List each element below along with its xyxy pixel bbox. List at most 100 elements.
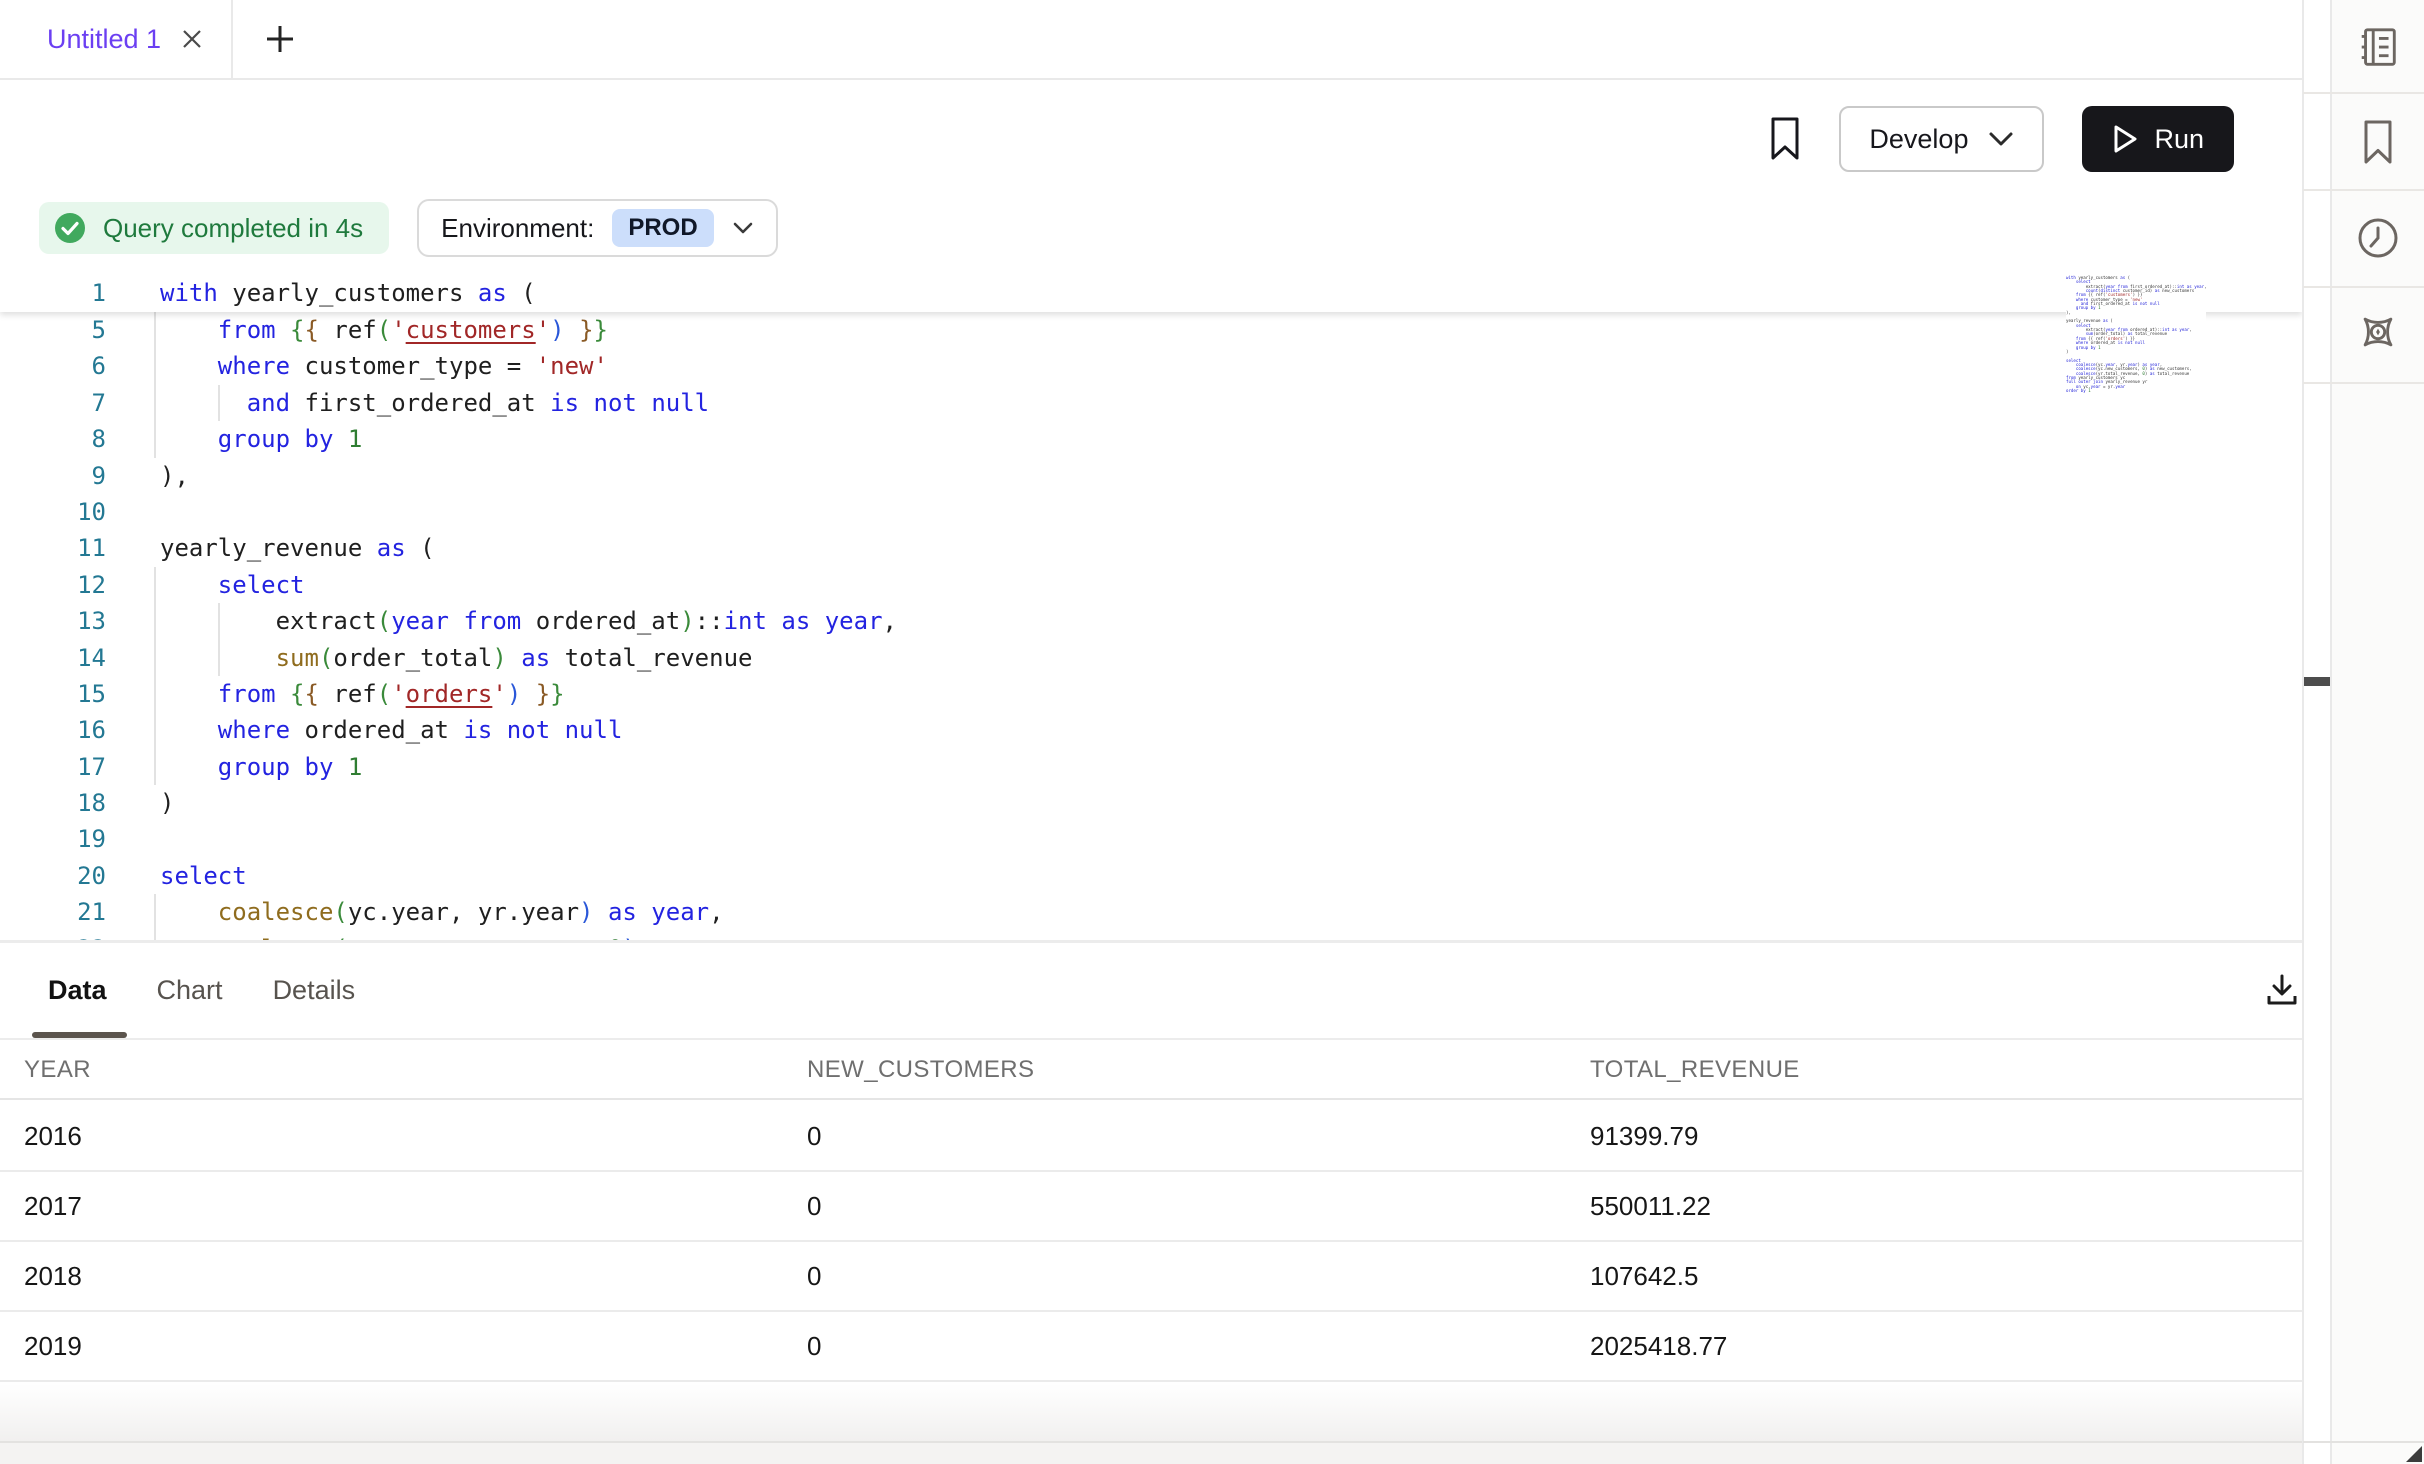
sidebar-divider [2303,189,2424,191]
tab-label: Untitled 1 [47,24,161,55]
line-number: 6 [0,348,106,384]
column-new-customers: NEW_CUSTOMERS [807,1056,1590,1084]
play-icon [2112,124,2138,154]
column-year: YEAR [24,1056,807,1084]
code-lines[interactable]: 5 from {{ ref('customers') }}6 where cus… [0,274,2302,942]
table-body: 2016091399.7920170550011.2220180107642.5… [0,1102,2302,1452]
code-line[interactable]: 7 and first_ordered_at is not null [0,385,2302,421]
table-cell: 91399.79 [1590,1121,2302,1152]
run-button[interactable]: Run [2082,106,2234,172]
tab-bar: Untitled 1 [0,0,2302,80]
results-tab-bar: Data Chart Details [0,943,2302,1040]
sql-editor[interactable]: 5 from {{ ref('customers') }}6 where cus… [0,274,2302,942]
line-number: 17 [0,749,106,785]
develop-label: Develop [1869,124,1968,155]
table-cell: 2016 [24,1121,807,1152]
status-message: Query completed in 4s [103,213,363,244]
status-row: Query completed in 4s Environment: PROD [39,200,778,256]
code-line[interactable]: 13 extract(year from ordered_at)::int as… [0,603,2302,639]
active-tab-indicator [32,1032,127,1038]
minimap[interactable]: with yearly_customers as ( select extrac… [2066,276,2206,396]
sidebar-bottom-divider [2303,1441,2424,1443]
horizontal-scrollbar-track[interactable] [0,1441,2302,1464]
code-line[interactable]: 6 where customer_type = 'new' [0,348,2302,384]
compass-icon [2355,309,2401,355]
code-line[interactable]: 16 where ordered_at is not null [0,712,2302,748]
develop-button[interactable]: Develop [1839,106,2044,172]
download-icon [2264,972,2300,1008]
sidebar-divider [2303,382,2424,384]
close-icon[interactable] [179,26,205,52]
panel-gutter [2302,0,2332,1464]
editor-scrollbar-thumb[interactable] [2304,677,2330,686]
table-row[interactable]: 201902025418.77 [0,1312,2302,1382]
tab-untitled-1[interactable]: Untitled 1 [0,0,231,78]
run-label: Run [2154,124,2204,155]
bookmarks-button[interactable] [2348,112,2408,172]
bookmark-button[interactable] [1769,116,1801,162]
chevron-down-icon [732,221,754,235]
code-line[interactable]: 1with yearly_customers as ( [0,274,2302,312]
code-line[interactable]: 8 group by 1 [0,421,2302,457]
tab-details[interactable]: Details [273,943,356,1038]
environment-value-badge: PROD [612,209,713,247]
line-number: 18 [0,785,106,821]
table-cell: 0 [807,1191,1590,1222]
explore-button[interactable] [2348,302,2408,362]
line-number: 12 [0,567,106,603]
line-number: 16 [0,712,106,748]
plus-icon [263,22,297,56]
query-status-badge: Query completed in 4s [39,202,389,254]
line-number: 7 [0,385,106,421]
table-row[interactable]: 20180107642.5 [0,1242,2302,1312]
sticky-code-line[interactable]: 1with yearly_customers as ( [0,274,2302,312]
line-number: 15 [0,676,106,712]
line-number: 21 [0,894,106,930]
notebook-button[interactable] [2348,17,2408,77]
environment-select[interactable]: Environment: PROD [417,199,778,257]
line-number: 20 [0,858,106,894]
resize-corner[interactable] [2406,1446,2422,1462]
line-number: 10 [0,494,106,530]
bookmark-icon [1769,116,1801,162]
environment-label: Environment: [441,213,594,244]
bookmark-icon [2358,118,2398,166]
code-line[interactable]: 18) [0,785,2302,821]
sidebar-divider [2303,92,2424,94]
toolbar: Develop Run [0,80,2302,198]
main-area: Untitled 1 Develop [0,0,2302,1464]
table-cell: 2018 [24,1261,807,1292]
table-cell: 2019 [24,1331,807,1362]
line-number: 19 [0,821,106,857]
table-cell: 2024 [24,1401,807,1432]
line-number: 13 [0,603,106,639]
code-line[interactable]: 21 coalesce(yc.year, yr.year) as year, [0,894,2302,930]
code-line[interactable]: 10 [0,494,2302,530]
code-line[interactable]: 9), [0,458,2302,494]
code-line[interactable]: 19 [0,821,2302,857]
table-cell: 550011.22 [1590,1191,2302,1222]
table-row[interactable]: 20170550011.22 [0,1172,2302,1242]
line-number: 8 [0,421,106,457]
tab-divider [231,0,233,78]
code-line[interactable]: 5 from {{ ref('customers') }} [0,312,2302,348]
tab-chart[interactable]: Chart [157,943,223,1038]
code-line[interactable]: 17 group by 1 [0,749,2302,785]
code-line[interactable]: 11yearly_revenue as ( [0,530,2302,566]
code-line[interactable]: 20select [0,858,2302,894]
table-cell: 0 [807,1121,1590,1152]
history-button[interactable] [2348,208,2408,268]
table-row[interactable]: 2016091399.79 [0,1102,2302,1172]
table-header: YEAR NEW_CUSTOMERS TOTAL_REVENUE [0,1041,2302,1100]
table-cell: 111234.53 [1590,1401,2302,1432]
line-number: 5 [0,312,106,348]
line-number: 9 [0,458,106,494]
tab-data[interactable]: Data [48,943,107,1038]
code-line[interactable]: 15 from {{ ref('orders') }} [0,676,2302,712]
code-line[interactable]: 12 select [0,567,2302,603]
code-line[interactable]: 14 sum(order_total) as total_revenue [0,640,2302,676]
new-tab-button[interactable] [257,21,303,57]
notebook-icon [2355,24,2401,70]
table-cell: 107642.5 [1590,1261,2302,1292]
table-cell: 2025418.77 [1590,1331,2302,1362]
